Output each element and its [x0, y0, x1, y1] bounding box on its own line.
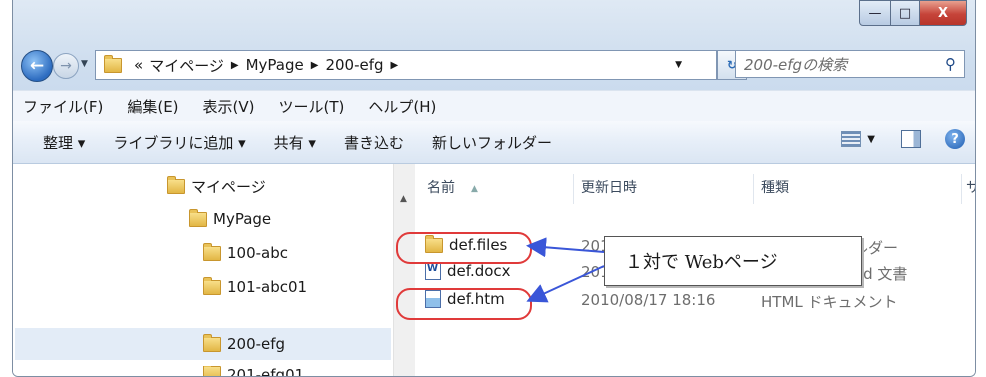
view-dropdown-icon[interactable]: ▼	[867, 134, 875, 145]
menu-tools[interactable]: ツール(T)	[279, 96, 345, 117]
close-button[interactable]: X	[920, 0, 967, 26]
help-icon[interactable]: ?	[945, 129, 965, 149]
file-name: def.docx	[447, 262, 511, 280]
search-input[interactable]: 200-efgの検索 ⚲	[735, 50, 965, 78]
forward-arrow-icon: →	[60, 58, 72, 74]
breadcrumb-mypage-jp[interactable]: マイページ	[149, 55, 224, 76]
sidebar-item-label: 101-abc01	[227, 278, 308, 296]
folder-icon	[189, 208, 207, 227]
column-divider[interactable]	[753, 174, 754, 204]
column-header-name[interactable]: 名前	[427, 164, 455, 210]
navigation-pane: マイページ MyPage 100-abc 101-abc01 200-efg 2…	[13, 164, 393, 376]
change-view-icon[interactable]	[841, 131, 862, 147]
menu-view[interactable]: 表示(V)	[203, 96, 255, 117]
navigation-scrollbar[interactable]: ▲	[393, 164, 416, 376]
back-arrow-icon: ←	[29, 56, 45, 76]
new-folder-button[interactable]: 新しいフォルダー	[432, 132, 552, 153]
column-header-size[interactable]: サ	[966, 164, 975, 210]
menu-bar: ファイル(F) 編集(E) 表示(V) ツール(T) ヘルプ(H)	[13, 90, 975, 122]
sidebar-item-label: MyPage	[213, 210, 272, 228]
sidebar-item-200-efg[interactable]: 200-efg	[15, 328, 391, 360]
window-controls: — □ X	[859, 0, 967, 26]
menu-help[interactable]: ヘルプ(H)	[368, 96, 436, 117]
breadcrumb-mypage[interactable]: MyPage	[246, 56, 304, 74]
column-divider[interactable]	[961, 174, 962, 204]
sidebar-item-100-abc[interactable]: 100-abc	[203, 242, 289, 262]
command-bar: 整理 ▾ ライブラリに追加 ▾ 共有 ▾ 書き込む 新しいフォルダー ▼ ?	[13, 121, 975, 164]
column-divider[interactable]	[573, 174, 574, 204]
file-type: HTML ドキュメント	[761, 293, 898, 311]
sidebar-item-101-abc01[interactable]: 101-abc01	[203, 276, 308, 296]
sidebar-item-201-efg01[interactable]: 201-efg01	[203, 366, 305, 377]
sidebar-item-label: 100-abc	[227, 244, 289, 262]
breadcrumb-overflow[interactable]: «	[134, 56, 143, 74]
organize-button[interactable]: 整理 ▾	[43, 132, 85, 153]
sidebar-item-label: 201-efg01	[227, 366, 305, 377]
back-button[interactable]: ←	[21, 50, 53, 82]
folder-icon	[203, 366, 221, 376]
recent-pages-dropdown[interactable]: ▼	[81, 59, 88, 69]
scroll-up-icon[interactable]: ▲	[400, 194, 407, 204]
annotation-text: １対で Webページ	[625, 252, 778, 273]
highlight-oval	[396, 232, 532, 264]
forward-button[interactable]: →	[53, 53, 79, 79]
folder-icon	[203, 242, 221, 261]
navigation-row: ← → ▼ « マイページ ▶ MyPage ▶ 200-efg ▶ ▼ ↻ 2…	[13, 44, 975, 84]
search-icon[interactable]: ⚲	[945, 55, 956, 73]
column-header-date[interactable]: 更新日時	[581, 164, 637, 210]
search-placeholder: 200-efgの検索	[744, 55, 848, 74]
folder-icon	[167, 176, 185, 194]
preview-pane-icon[interactable]	[901, 130, 921, 148]
maximize-icon: □	[898, 5, 912, 21]
address-bar[interactable]: « マイページ ▶ MyPage ▶ 200-efg ▶ ▼	[95, 50, 717, 80]
address-dropdown-icon[interactable]: ▼	[675, 60, 682, 70]
column-header-type[interactable]: 種類	[761, 164, 789, 210]
sort-ascending-icon: ▲	[471, 184, 478, 194]
sidebar-item-label: マイページ	[191, 178, 266, 196]
menu-file[interactable]: ファイル(F)	[23, 96, 103, 117]
view-controls: ▼ ?	[841, 129, 965, 149]
minimize-icon: —	[868, 5, 882, 21]
folder-icon	[203, 333, 221, 352]
maximize-button[interactable]: □	[891, 0, 920, 26]
sidebar-item-mypage-jp[interactable]: マイページ	[167, 176, 266, 197]
close-icon: X	[937, 5, 949, 21]
word-doc-icon	[425, 262, 441, 280]
breadcrumb-separator-icon[interactable]: ▶	[311, 60, 319, 71]
include-in-library-button[interactable]: ライブラリに追加 ▾	[113, 132, 245, 153]
sidebar-item-label: 200-efg	[227, 335, 286, 353]
sidebar-item-mypage[interactable]: MyPage	[189, 208, 272, 228]
breadcrumb-200-efg[interactable]: 200-efg	[325, 56, 383, 74]
breadcrumb-separator-icon[interactable]: ▶	[391, 60, 399, 71]
minimize-button[interactable]: —	[859, 0, 891, 26]
folder-icon	[203, 276, 221, 295]
menu-edit[interactable]: 編集(E)	[127, 96, 178, 117]
file-name-cell: def.docx	[421, 262, 511, 280]
highlight-oval	[396, 288, 532, 320]
explorer-window: — □ X ← → ▼ « マイページ ▶ MyPage ▶ 200-efg ▶…	[12, 0, 976, 377]
file-date: 2010/08/17 18:16	[581, 291, 716, 309]
annotation-callout: １対で Webページ	[604, 236, 862, 286]
share-button[interactable]: 共有 ▾	[274, 132, 316, 153]
folder-icon	[104, 54, 122, 73]
breadcrumb-separator-icon[interactable]: ▶	[231, 60, 239, 71]
burn-button[interactable]: 書き込む	[344, 132, 404, 153]
